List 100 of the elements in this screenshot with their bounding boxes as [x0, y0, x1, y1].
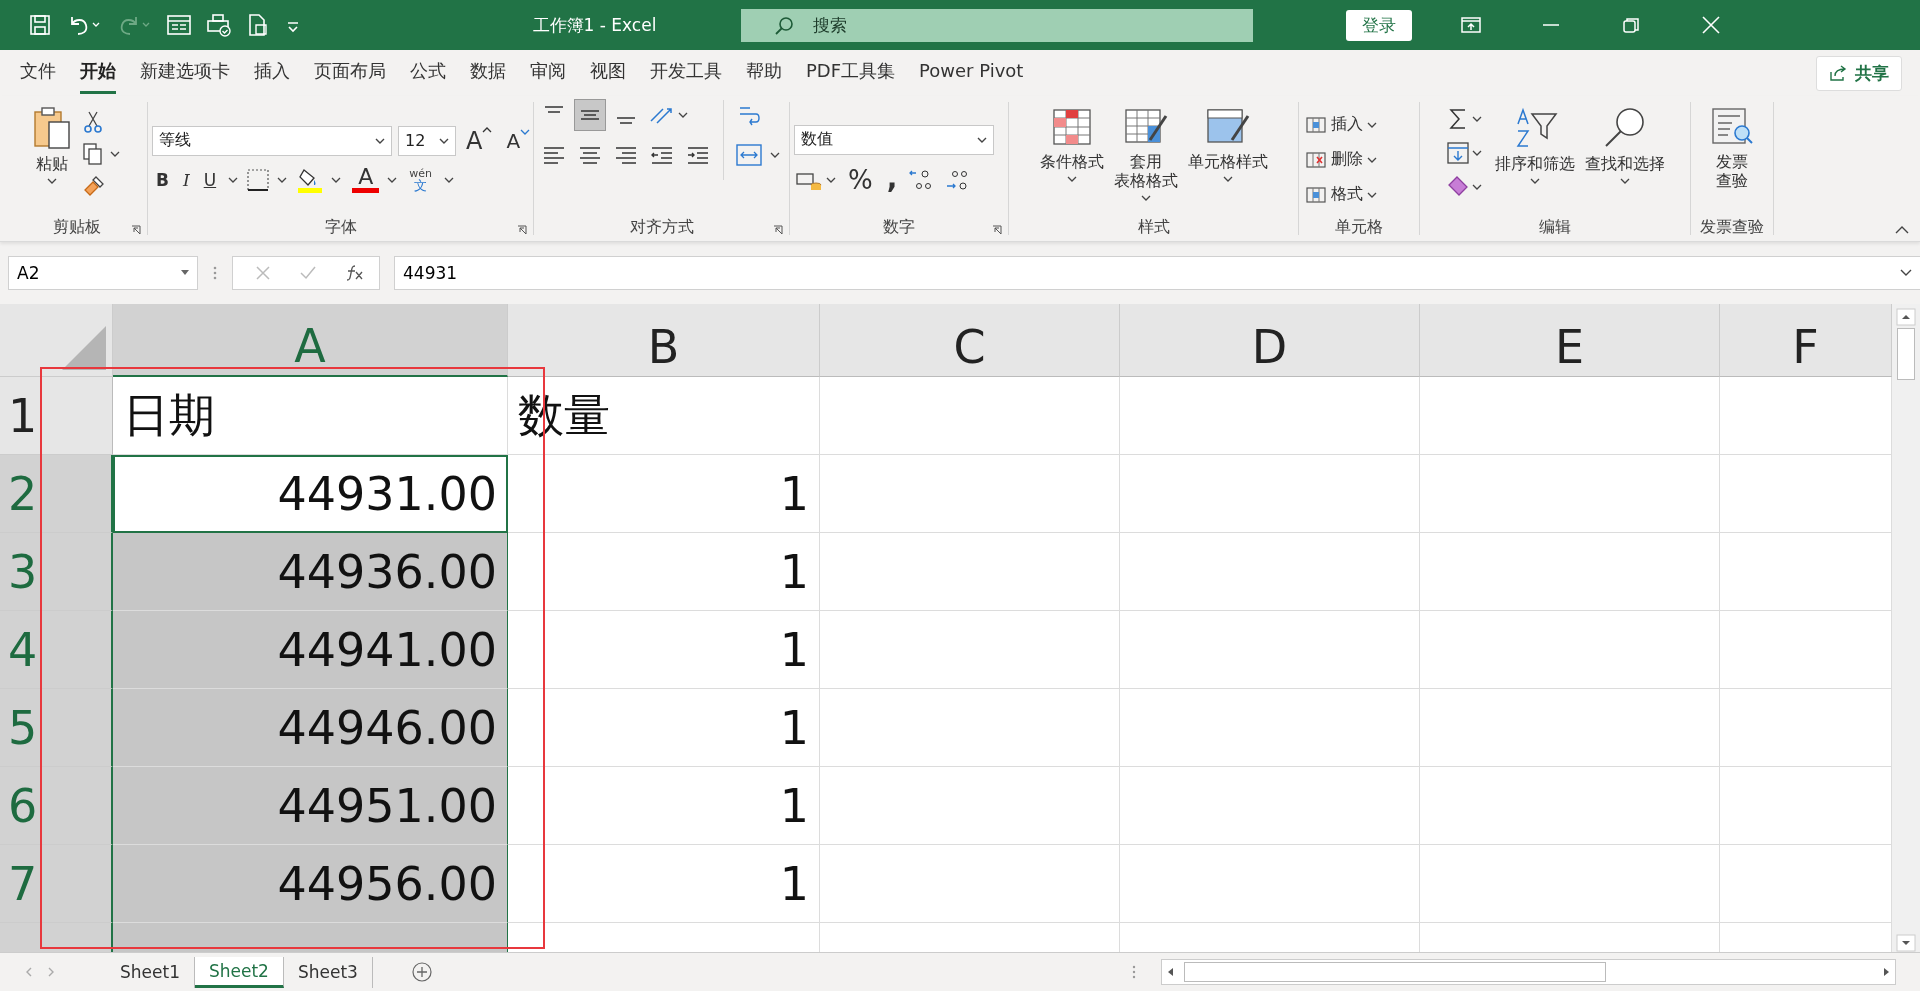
sheet-tab[interactable]: Sheet3	[283, 956, 373, 988]
column-header[interactable]: F	[1720, 304, 1892, 377]
table-cell: 44951.00	[113, 767, 508, 845]
row-header[interactable]: 7	[0, 845, 113, 923]
cell-command-button[interactable]: 删除	[1303, 147, 1379, 172]
caret-down-icon	[520, 128, 531, 135]
ribbon-tab[interactable]: 页面布局	[314, 52, 386, 94]
formula-field[interactable]: 44931	[394, 256, 1920, 290]
bold-button[interactable]: B	[152, 169, 173, 190]
style-command-label[interactable]: 套用 表格格式	[1113, 152, 1178, 191]
expand-caret-icon[interactable]	[1900, 269, 1912, 277]
italic-button[interactable]: I	[178, 169, 194, 190]
close-icon[interactable]	[1700, 15, 1722, 35]
copy-icon[interactable]	[81, 142, 122, 166]
underline-button[interactable]: U	[199, 169, 221, 190]
ribbon-tab[interactable]: 帮助	[746, 52, 782, 94]
column-header[interactable]: C	[820, 304, 1120, 377]
number-format-dropdown[interactable]: 数值	[794, 124, 994, 155]
cell-command-button[interactable]: 插入	[1303, 112, 1379, 137]
search-field[interactable]: 搜索	[741, 8, 1253, 42]
row-header[interactable]: 6	[0, 767, 113, 845]
paste-icon[interactable]	[31, 106, 72, 150]
style-command-label[interactable]: 单元格样式	[1187, 152, 1268, 172]
scissors-icon[interactable]	[81, 110, 104, 134]
sheet-tab[interactable]: Sheet2	[194, 956, 284, 988]
print-icon[interactable]	[206, 13, 232, 37]
column-header[interactable]: B	[508, 304, 820, 377]
comma-style-button[interactable]: ,	[882, 168, 902, 191]
scrollbar-thumb[interactable]	[1183, 962, 1606, 982]
group-label: 发票查验	[1700, 216, 1764, 238]
ribbon-tab[interactable]: 审阅	[530, 52, 566, 94]
ribbon-tab[interactable]: 文件	[20, 52, 56, 94]
split-handle-icon[interactable]	[1130, 964, 1137, 980]
row-header[interactable]	[0, 923, 113, 952]
scrollbar-thumb[interactable]	[1897, 328, 1915, 380]
column-header[interactable]: E	[1420, 304, 1720, 377]
table-cell: 44946.00	[113, 689, 508, 767]
align-middle-icon[interactable]	[575, 100, 605, 130]
document-icon[interactable]	[246, 13, 270, 37]
form-icon[interactable]	[166, 13, 192, 37]
ribbon-tab[interactable]: Power Pivot	[919, 54, 1024, 92]
caret-icon[interactable]	[1620, 177, 1630, 186]
caret-icon[interactable]	[1066, 175, 1077, 184]
add-sheet-icon[interactable]	[410, 961, 433, 983]
phonetic-guide-button[interactable]: wén 文	[405, 167, 436, 192]
cell-command-button[interactable]: 格式	[1303, 182, 1379, 207]
paste-label[interactable]: 粘贴	[35, 154, 68, 174]
ribbon-tab[interactable]: 开发工具	[650, 52, 722, 94]
row-header[interactable]: 4	[0, 611, 113, 689]
table-cell: 1	[508, 533, 820, 611]
caret-icon	[1367, 120, 1377, 129]
caret-icon[interactable]	[1222, 175, 1233, 184]
group-label: 对齐方式	[629, 216, 694, 238]
launcher-icon[interactable]	[517, 225, 527, 235]
scroll-up-icon[interactable]	[1896, 308, 1916, 326]
share-button[interactable]: 共享	[1816, 55, 1902, 91]
grow-font-button[interactable]: A	[462, 126, 497, 155]
caret-up-icon	[482, 126, 493, 133]
launcher-icon[interactable]	[131, 225, 141, 235]
ribbon-tab[interactable]: 公式	[410, 52, 446, 94]
column-header[interactable]: D	[1120, 304, 1420, 377]
find-select-label[interactable]: 查找和选择	[1585, 154, 1665, 174]
ribbon-tab[interactable]: PDF工具集	[806, 52, 896, 94]
horizontal-scrollbar[interactable]	[1160, 959, 1896, 985]
save-icon[interactable]	[28, 13, 52, 37]
caret-icon[interactable]	[46, 177, 57, 186]
insert-function-icon[interactable]	[345, 264, 365, 282]
ribbon-tab[interactable]: 插入	[254, 52, 290, 94]
launcher-icon[interactable]	[992, 225, 1002, 235]
name-box[interactable]: A2	[8, 256, 198, 290]
collapse-ribbon-icon[interactable]	[1894, 225, 1910, 235]
column-header[interactable]: A	[113, 304, 508, 377]
row-header[interactable]: 2	[0, 455, 113, 533]
launcher-icon[interactable]	[773, 225, 783, 235]
percent-button[interactable]: %	[844, 164, 877, 195]
font-color-button[interactable]: A	[352, 166, 380, 193]
font-name-dropdown[interactable]: 等线	[152, 125, 392, 156]
row-header[interactable]: 3	[0, 533, 113, 611]
ribbon-tab[interactable]: 新建选项卡	[140, 52, 230, 94]
sheet-tab[interactable]: Sheet1	[106, 956, 195, 988]
group-label: 编辑	[1539, 216, 1571, 238]
ribbon-tab[interactable]: 视图	[590, 52, 626, 94]
ribbon-display-icon[interactable]	[1460, 15, 1482, 35]
style-command-label[interactable]: 条件格式	[1039, 152, 1104, 172]
row-header[interactable]: 1	[0, 377, 113, 455]
font-size-dropdown[interactable]: 12	[398, 125, 456, 156]
caret-icon	[181, 270, 189, 276]
sort-filter-label[interactable]: 排序和筛选	[1495, 154, 1575, 174]
caret-icon[interactable]	[1530, 177, 1540, 186]
share-icon	[1829, 64, 1847, 82]
ribbon-tab[interactable]: 开始	[80, 52, 116, 94]
restore-icon[interactable]	[1620, 15, 1642, 35]
ribbon-tab[interactable]: 数据	[470, 52, 506, 94]
scroll-down-icon[interactable]	[1896, 934, 1916, 952]
row-header[interactable]: 5	[0, 689, 113, 767]
table-cell: 44941.00	[113, 611, 508, 689]
caret-icon[interactable]	[1140, 194, 1151, 203]
sign-in-button[interactable]: 登录	[1346, 9, 1412, 41]
caret-icon	[439, 136, 449, 145]
invoice-check-label[interactable]: 发票 查验	[1716, 152, 1748, 191]
